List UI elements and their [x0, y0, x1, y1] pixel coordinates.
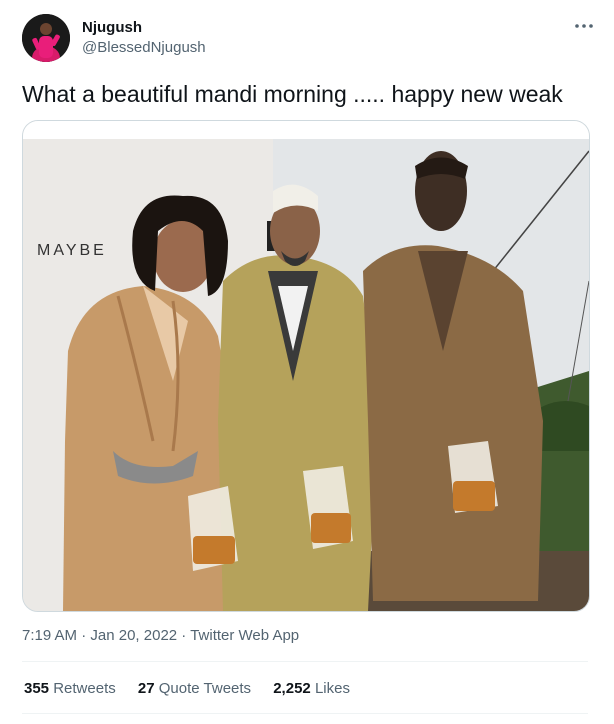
divider [22, 661, 588, 662]
tweet-source[interactable]: Twitter Web App [190, 627, 299, 644]
quote-tweets-stat[interactable]: 27 Quote Tweets [138, 680, 251, 697]
retweets-count: 355 [24, 680, 50, 697]
meta-separator: · [77, 627, 91, 644]
likes-stat[interactable]: 2,252 Likes [273, 680, 350, 697]
tweet-photo[interactable]: MAYBE [22, 120, 590, 612]
tweet-stats: 355 Retweets 27 Quote Tweets 2,252 Likes [24, 679, 368, 699]
display-name[interactable]: Njugush [82, 18, 206, 37]
likes-label: Likes [314, 680, 350, 697]
tweet-time[interactable]: 7:19 AM [22, 627, 77, 644]
tweet-header: Njugush @BlessedNjugush [22, 14, 596, 64]
tweet-card: Njugush @BlessedNjugush What a beautiful… [0, 0, 614, 724]
tweet-text: What a beautiful mandi morning ..... hap… [22, 81, 563, 107]
retweets-label: Retweets [53, 680, 116, 697]
likes-count: 2,252 [273, 680, 311, 697]
retweets-stat[interactable]: 355 Retweets [24, 680, 116, 697]
avatar[interactable] [22, 14, 70, 62]
user-handle[interactable]: @BlessedNjugush [82, 38, 206, 57]
quote-tweets-count: 27 [137, 680, 155, 697]
user-names: Njugush @BlessedNjugush [82, 18, 206, 57]
tweet-date[interactable]: Jan 20, 2022 [90, 627, 177, 644]
more-horizontal-icon[interactable] [572, 16, 596, 36]
divider [22, 713, 588, 714]
meta-separator: · [177, 627, 191, 644]
banner-text: MAYBE [37, 242, 107, 259]
quote-tweets-label: Quote Tweets [158, 680, 252, 697]
tweet-meta: 7:19 AM · Jan 20, 2022 · Twitter Web App [22, 626, 299, 646]
